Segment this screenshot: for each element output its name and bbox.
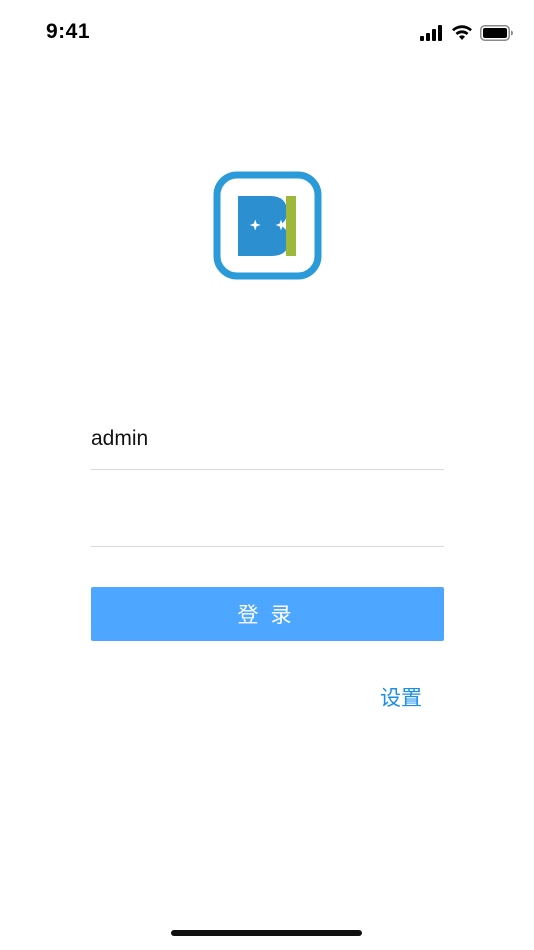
app-logo — [213, 171, 322, 280]
wifi-icon — [451, 25, 473, 41]
cellular-signal-icon — [420, 25, 444, 41]
settings-link[interactable]: 设置 — [380, 682, 422, 712]
status-time: 9:41 — [46, 20, 91, 43]
username-field[interactable] — [91, 410, 444, 470]
password-input[interactable] — [91, 504, 444, 528]
battery-icon — [480, 25, 514, 41]
login-button[interactable]: 登录 — [91, 587, 444, 641]
status-bar: 9:41 — [0, 0, 534, 66]
status-icons — [420, 22, 514, 44]
password-field[interactable] — [91, 487, 444, 547]
username-input[interactable] — [91, 427, 444, 451]
home-indicator — [171, 930, 362, 936]
